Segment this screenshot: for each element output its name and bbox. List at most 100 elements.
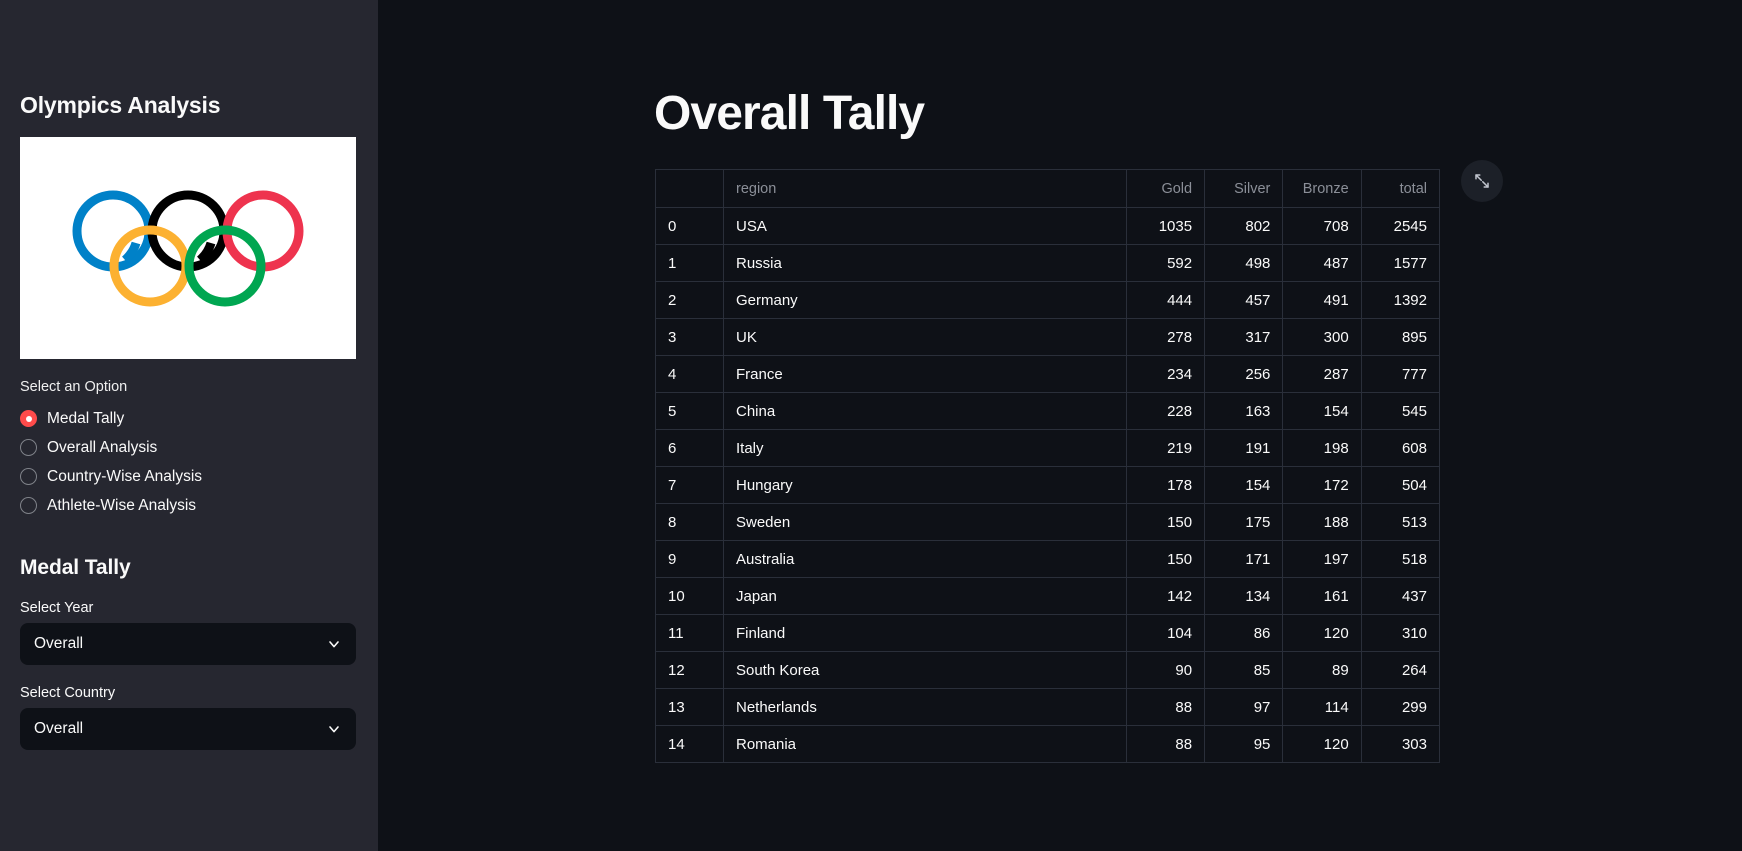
table-row: 1 Russia 592 498 487 1577 [655, 244, 1441, 282]
column-header-silver[interactable]: Silver [1204, 169, 1284, 208]
sidebar-title: Olympics Analysis [20, 92, 221, 118]
cell-bronze: 287 [1282, 355, 1362, 393]
app-root: Olympics Analysis Select an Option Medal… [0, 0, 1742, 851]
cell-total: 504 [1360, 466, 1441, 504]
column-header-index[interactable] [655, 169, 724, 208]
cell-gold: 90 [1125, 651, 1206, 689]
table-row: 9 Australia 150 171 197 518 [655, 540, 1441, 578]
medal-tally-table-container[interactable]: region Gold Silver Bronze total 0 USA 1035… [655, 169, 1441, 763]
radio-option-medal-tally[interactable]: Medal Tally [20, 404, 358, 433]
cell-silver: 191 [1204, 429, 1284, 467]
cell-index: 10 [655, 577, 724, 615]
cell-total: 2545 [1360, 207, 1441, 245]
radio-option-athlete-wise-analysis[interactable]: Athlete-Wise Analysis [20, 491, 358, 520]
cell-index: 6 [655, 429, 724, 467]
cell-region: Australia [722, 540, 1127, 578]
chevron-down-icon [329, 641, 339, 648]
cell-index: 8 [655, 503, 724, 541]
table-row: 14 Romania 88 95 120 303 [655, 725, 1441, 763]
cell-silver: 134 [1204, 577, 1284, 615]
cell-total: 310 [1360, 614, 1441, 652]
cell-index: 2 [655, 281, 724, 319]
cell-gold: 278 [1125, 318, 1206, 356]
cell-bronze: 89 [1282, 651, 1362, 689]
cell-region: USA [722, 207, 1127, 245]
cell-total: 777 [1360, 355, 1441, 393]
cell-region: South Korea [722, 651, 1127, 689]
chevron-down-icon [329, 726, 339, 733]
select-country-dropdown[interactable]: Overall [20, 708, 356, 750]
cell-gold: 234 [1125, 355, 1206, 393]
cell-silver: 498 [1204, 244, 1284, 282]
cell-total: 513 [1360, 503, 1441, 541]
table-header: region Gold Silver Bronze total [655, 169, 1441, 208]
table-row: 6 Italy 219 191 198 608 [655, 429, 1441, 467]
cell-total: 518 [1360, 540, 1441, 578]
column-header-total[interactable]: total [1360, 169, 1441, 208]
cell-gold: 150 [1125, 540, 1206, 578]
table-body: 0 USA 1035 802 708 2545 1 Russia 592 498 487 1577 2 G… [655, 207, 1441, 763]
table-row: 8 Sweden 150 175 188 513 [655, 503, 1441, 541]
cell-gold: 444 [1125, 281, 1206, 319]
cell-bronze: 491 [1282, 281, 1362, 319]
column-header-gold[interactable]: Gold [1125, 169, 1206, 208]
cell-bronze: 197 [1282, 540, 1362, 578]
radio-label: Athlete-Wise Analysis [47, 496, 197, 514]
table-row: 13 Netherlands 88 97 114 299 [655, 688, 1441, 726]
cell-region: Germany [722, 281, 1127, 319]
select-year-label: Select Year [20, 600, 94, 616]
radio-label: Medal Tally [47, 409, 125, 427]
cell-silver: 256 [1204, 355, 1284, 393]
cell-bronze: 120 [1282, 725, 1362, 763]
select-country-label: Select Country [20, 685, 116, 701]
cell-silver: 85 [1204, 651, 1284, 689]
select-country-value: Overall [34, 720, 84, 737]
column-header-bronze[interactable]: Bronze [1282, 169, 1362, 208]
table-row: 3 UK 278 317 300 895 [655, 318, 1441, 356]
cell-index: 5 [655, 392, 724, 430]
cell-index: 11 [655, 614, 724, 652]
cell-region: Finland [722, 614, 1127, 652]
cell-region: Italy [722, 429, 1127, 467]
cell-bronze: 114 [1282, 688, 1362, 726]
cell-gold: 1035 [1125, 207, 1206, 245]
select-year-dropdown[interactable]: Overall [20, 623, 356, 665]
cell-total: 299 [1360, 688, 1441, 726]
sidebar: Olympics Analysis Select an Option Medal… [0, 0, 378, 851]
radio-option-overall-analysis[interactable]: Overall Analysis [20, 433, 358, 462]
select-option-label: Select an Option [20, 379, 128, 395]
cell-silver: 154 [1204, 466, 1284, 504]
cell-region: Hungary [722, 466, 1127, 504]
cell-total: 608 [1360, 429, 1441, 467]
main-content: Overall Tally region Gold Silver Bronze [378, 0, 1742, 851]
cell-index: 9 [655, 540, 724, 578]
cell-bronze: 198 [1282, 429, 1362, 467]
cell-region: Russia [722, 244, 1127, 282]
radio-option-country-wise-analysis[interactable]: Country-Wise Analysis [20, 462, 358, 491]
cell-region: Japan [722, 577, 1127, 615]
select-year-value: Overall [34, 635, 84, 652]
cell-total: 264 [1360, 651, 1441, 689]
cell-gold: 88 [1125, 725, 1206, 763]
cell-gold: 142 [1125, 577, 1206, 615]
cell-bronze: 161 [1282, 577, 1362, 615]
cell-gold: 228 [1125, 392, 1206, 430]
medal-tally-table: region Gold Silver Bronze total 0 USA 1035… [655, 169, 1441, 763]
radio-dot-icon [20, 497, 37, 514]
sidebar-section-heading: Medal Tally [20, 556, 131, 579]
cell-index: 7 [655, 466, 724, 504]
analysis-option-radio-group[interactable]: Medal Tally Overall Analysis Country-Wis… [20, 404, 358, 520]
cell-gold: 592 [1125, 244, 1206, 282]
fullscreen-expand-button[interactable] [1461, 160, 1503, 202]
column-header-region[interactable]: region [722, 169, 1127, 208]
olympic-rings-logo-card [20, 137, 356, 359]
radio-dot-icon [20, 468, 37, 485]
table-row: 0 USA 1035 802 708 2545 [655, 207, 1441, 245]
cell-index: 0 [655, 207, 724, 245]
cell-bronze: 172 [1282, 466, 1362, 504]
cell-gold: 104 [1125, 614, 1206, 652]
cell-region: Sweden [722, 503, 1127, 541]
cell-silver: 86 [1204, 614, 1284, 652]
cell-silver: 163 [1204, 392, 1284, 430]
table-row: 5 China 228 163 154 545 [655, 392, 1441, 430]
